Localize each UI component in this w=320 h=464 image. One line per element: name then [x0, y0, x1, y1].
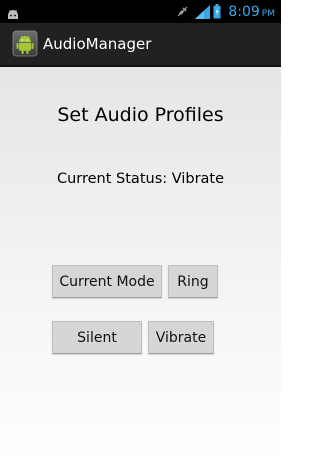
app-title: AudioManager	[43, 35, 152, 53]
status-clock: 8:09 PM	[228, 4, 275, 20]
battery-charging-icon	[213, 4, 221, 19]
silent-button[interactable]: Silent	[52, 321, 142, 354]
vibrate-button[interactable]: Vibrate	[148, 321, 214, 354]
main-content: Set Audio Profiles Current Status: Vibra…	[0, 67, 281, 464]
action-bar: AudioManager	[0, 23, 281, 67]
page-heading: Set Audio Profiles	[57, 104, 224, 126]
clock-time: 8:09	[228, 3, 260, 20]
current-mode-button[interactable]: Current Mode	[52, 265, 162, 298]
status-bar: 8:09 PM	[0, 0, 281, 23]
current-status-text: Current Status: Vibrate	[56, 171, 225, 187]
android-notification-icon	[6, 5, 20, 19]
mute-icon	[176, 5, 189, 18]
ring-button[interactable]: Ring	[168, 265, 218, 298]
signal-icon	[195, 4, 211, 19]
clock-ampm: PM	[261, 8, 275, 19]
status-icons: 8:09 PM	[176, 0, 275, 23]
android-app-icon[interactable]	[12, 30, 38, 57]
